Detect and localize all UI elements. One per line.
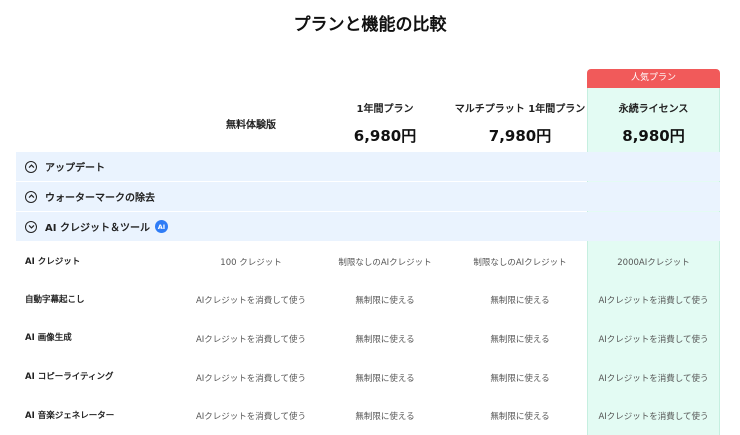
table-cell: 無制限に使える bbox=[355, 335, 415, 345]
plan-price: 8,980円 bbox=[622, 127, 685, 145]
plan-header-perpetual: 永続ライセンス 8,980円 bbox=[587, 100, 720, 146]
table-cell: AIクレジットを消費して使う bbox=[598, 412, 709, 422]
table-cell: 2000AIクレジット bbox=[617, 258, 690, 268]
section-watermark-removal[interactable]: ウォーターマークの除去 bbox=[16, 182, 720, 211]
section-label: ウォーターマークの除去 bbox=[45, 193, 155, 204]
section-label: AI クレジット＆ツール bbox=[45, 223, 150, 234]
plan-name: 永続ライセンス bbox=[618, 104, 689, 115]
page-title: プランと機能の比較 bbox=[293, 15, 447, 35]
feature-name: AI クレジット bbox=[25, 257, 81, 267]
feature-name: AI 音楽ジェネレーター bbox=[25, 411, 115, 421]
plan-name: マルチプラット 1年間プラン bbox=[454, 104, 586, 115]
table-cell: 無制限に使える bbox=[355, 374, 415, 384]
table-cell: AIクレジットを消費して使う bbox=[598, 296, 709, 306]
ai-icon: AI bbox=[154, 220, 168, 233]
table-cell: AIクレジットを消費して使う bbox=[598, 374, 709, 384]
plan-name: 無料体験版 bbox=[226, 120, 276, 131]
table-cell: AIクレジットを消費して使う bbox=[195, 374, 307, 384]
table-cell: AIクレジットを消費して使う bbox=[195, 296, 307, 306]
plan-header-multiplatform: マルチプラット 1年間プラン 7,980円 bbox=[450, 100, 590, 146]
feature-name: AI 画像生成 bbox=[25, 333, 72, 343]
section-updates[interactable]: アップデート bbox=[16, 152, 720, 181]
chevron-up-icon[interactable] bbox=[25, 160, 37, 173]
popular-plan-badge: 人気プラン bbox=[587, 69, 720, 88]
table-cell: 100 クレジット bbox=[220, 258, 282, 268]
plan-header-1year: 1年間プラン 6,980円 bbox=[320, 100, 450, 146]
section-label: アップデート bbox=[45, 163, 105, 174]
chevron-down-icon[interactable] bbox=[25, 220, 37, 233]
plan-price: 6,980円 bbox=[353, 127, 417, 145]
table-cell: 制限なしのAIクレジット bbox=[473, 258, 567, 268]
table-cell: 無制限に使える bbox=[490, 412, 550, 422]
table-cell: 無制限に使える bbox=[490, 296, 550, 306]
feature-name: 自動字幕起こし bbox=[25, 295, 85, 305]
table-cell: AIクレジットを消費して使う bbox=[598, 335, 709, 345]
table-cell: 無制限に使える bbox=[490, 335, 550, 345]
table-cell: 無制限に使える bbox=[355, 412, 415, 422]
section-ai-credits-tools[interactable]: AI クレジット＆ツール AI bbox=[16, 212, 720, 241]
table-cell: AIクレジットを消費して使う bbox=[195, 412, 307, 422]
table-cell: 制限なしのAIクレジット bbox=[338, 258, 432, 268]
plan-header-free: 無料体験版 bbox=[186, 116, 316, 131]
table-cell: 無制限に使える bbox=[490, 374, 550, 384]
chevron-up-icon[interactable] bbox=[25, 190, 37, 203]
table-cell: 無制限に使える bbox=[355, 296, 415, 306]
plan-price: 7,980円 bbox=[488, 127, 552, 145]
plan-name: 1年間プラン bbox=[356, 104, 414, 115]
feature-name: AI コピーライティング bbox=[25, 372, 114, 382]
table-cell: AIクレジットを消費して使う bbox=[195, 335, 307, 345]
